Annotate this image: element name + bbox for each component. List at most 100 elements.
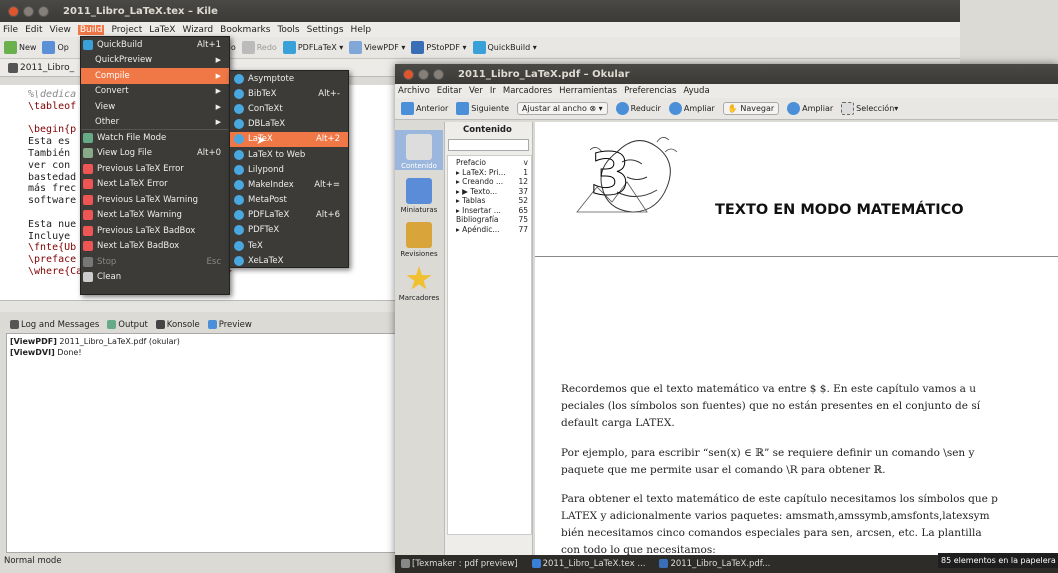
zoom-select[interactable]: Ajustar al ancho ⊗ ▾	[517, 102, 608, 115]
minimize-icon[interactable]	[23, 5, 34, 17]
sidebar-contenido[interactable]: Contenido	[395, 130, 443, 170]
build-menu-item-quickbuild[interactable]: QuickBuild Alt+1	[81, 37, 229, 53]
compile-item-makeindex[interactable]: MakeIndex Alt+=	[230, 177, 348, 192]
build-menu-item-next-latex-warning[interactable]: Next LaTeX Warning	[81, 208, 229, 224]
toc-item[interactable]: Prefacio v	[448, 158, 531, 168]
toc-item[interactable]: ▸ Tablas 52	[448, 196, 531, 206]
build-menu-item-other[interactable]: Other ▶	[81, 115, 229, 130]
okular-menu-herramientas[interactable]: Herramientas	[559, 86, 617, 96]
menu-file[interactable]: File	[3, 25, 18, 35]
menu-project[interactable]: Project	[111, 25, 142, 35]
toc-item[interactable]: ▸ Apéndic... 77	[448, 225, 531, 235]
build-menu-item-previous-latex-badbox[interactable]: Previous LaTeX BadBox	[81, 223, 229, 239]
log-tabs: Log and Messages Output Konsole Preview	[0, 318, 400, 332]
build-menu-item-view-log-file[interactable]: View Log File Alt+0	[81, 146, 229, 162]
compile-item-asymptote[interactable]: Asymptote	[230, 71, 348, 86]
compile-item-bibtex[interactable]: BibTeX Alt+-	[230, 86, 348, 101]
build-menu-item-clean[interactable]: Clean	[81, 270, 229, 286]
browse-tool-button[interactable]: ✋ Navegar	[722, 102, 780, 115]
log-and-messages-icon	[10, 320, 19, 329]
sidebar-marcadores[interactable]: Marcadores	[395, 266, 443, 302]
pdflatex-icon	[234, 210, 244, 221]
toc-item[interactable]: Bibliografía 75	[448, 215, 531, 225]
compile-item-lilypond[interactable]: Lilypond	[230, 162, 348, 177]
log-tab-konsole[interactable]: Konsole	[155, 320, 200, 330]
close-icon[interactable]	[403, 68, 414, 80]
selection-tool-button[interactable]: Selección▾	[841, 102, 898, 115]
log-tab-log-and-messages[interactable]: Log and Messages	[10, 320, 99, 330]
compile-item-metapost[interactable]: MetaPost	[230, 193, 348, 208]
menu-edit[interactable]: Edit	[25, 25, 42, 35]
maximize-icon[interactable]	[38, 5, 49, 17]
pstopdf-button[interactable]: PStoPDF ▾	[411, 41, 467, 54]
okular-menu-preferencias[interactable]: Preferencias	[624, 86, 676, 96]
compile-item-dblatex[interactable]: DBLaTeX	[230, 117, 348, 132]
okular-menu-marcadores[interactable]: Marcadores	[503, 86, 552, 96]
okular-menu-ayuda[interactable]: Ayuda	[683, 86, 709, 96]
new-button[interactable]: New	[4, 41, 36, 54]
viewpdf-button[interactable]: ViewPDF ▾	[349, 41, 405, 54]
open-button[interactable]: Op	[42, 41, 69, 54]
prev-page-button[interactable]: Anterior	[401, 102, 448, 115]
reviews-icon	[406, 222, 432, 248]
taskbar-item-1[interactable]: [Texmaker : pdf preview]	[401, 559, 518, 569]
toc-item[interactable]: ▸ Creando ... 12	[448, 177, 531, 187]
menu-settings[interactable]: Settings	[307, 25, 344, 35]
compile-item-context[interactable]: ConTeXt	[230, 101, 348, 116]
next-page-button[interactable]: Siguiente	[456, 102, 509, 115]
log-tab-output[interactable]: Output	[107, 320, 148, 330]
build-menu-item-previous-latex-warning[interactable]: Previous LaTeX Warning	[81, 192, 229, 208]
menu-build[interactable]: Build	[77, 24, 105, 35]
build-menu-item-stop[interactable]: Stop Esc	[81, 254, 229, 270]
sidebar-revisiones[interactable]: Revisiones	[395, 222, 443, 258]
okular-menu-ver[interactable]: Ver	[469, 86, 483, 96]
kile-titlebar[interactable]: 2011_Libro_LaTeX.tex – Kile	[0, 0, 960, 22]
toc-item[interactable]: ▸ ▶ Texto... 37	[448, 187, 531, 197]
compile-item-tex[interactable]: TeX	[230, 238, 348, 253]
submenu-arrow-icon: ▶	[215, 102, 221, 111]
latex-to-web-icon	[234, 149, 244, 160]
toc-search-input[interactable]	[448, 139, 529, 151]
log-tab-preview[interactable]: Preview	[207, 320, 252, 330]
redo-button[interactable]: Redo	[241, 41, 277, 54]
build-menu-item-convert[interactable]: Convert ▶	[81, 84, 229, 100]
okular-menu-editar[interactable]: Editar	[437, 86, 462, 96]
pdflatex-button[interactable]: PDFLaTeX ▾	[282, 41, 343, 54]
compile-item-latex[interactable]: LaTeX Alt+2	[230, 131, 348, 147]
sidebar-miniaturas[interactable]: Miniaturas	[395, 178, 443, 214]
build-menu-item-compile[interactable]: Compile ▶	[81, 68, 229, 84]
menu-bookmarks[interactable]: Bookmarks	[220, 25, 270, 35]
editor-hscrollbar[interactable]	[0, 300, 400, 312]
okular-menu-ir[interactable]: Ir	[490, 86, 496, 96]
taskbar-item-3[interactable]: 2011_Libro_LaTeX.pdf...	[659, 559, 770, 569]
build-menu-item-previous-latex-error[interactable]: Previous LaTeX Error	[81, 161, 229, 177]
build-menu-item-view[interactable]: View ▶	[81, 99, 229, 115]
menu-help[interactable]: Help	[351, 25, 372, 35]
menu-tools[interactable]: Tools	[277, 25, 299, 35]
build-menu-item-next-latex-error[interactable]: Next LaTeX Error	[81, 177, 229, 193]
menu-wizard[interactable]: Wizard	[182, 25, 213, 35]
zoom-out-button[interactable]: Reducir	[615, 102, 661, 115]
zoom-in-button[interactable]: Ampliar	[668, 102, 715, 115]
toc-item[interactable]: ▸ LaTeX: Pri... 1	[448, 168, 531, 178]
toc-item[interactable]: ▸ Insertar ... 65	[448, 206, 531, 216]
compile-item-pdftex[interactable]: PDFTeX	[230, 223, 348, 238]
taskbar-item-2[interactable]: 2011_Libro_LaTeX.tex ...	[531, 559, 645, 569]
build-menu-item-quickpreview[interactable]: QuickPreview ▶	[81, 53, 229, 69]
maximize-icon[interactable]	[433, 68, 444, 80]
compile-item-pdflatex[interactable]: PDFLaTeX Alt+6	[230, 208, 348, 223]
pdf-page[interactable]: 3 TEXTO EN MODO MATEMÁTICO Recordemos qu…	[535, 122, 1058, 562]
compile-item-xelatex[interactable]: XeLaTeX	[230, 253, 348, 268]
okular-menu-archivo[interactable]: Archivo	[398, 86, 430, 96]
okular-titlebar[interactable]: 2011_Libro_LaTeX.pdf – Okular	[395, 64, 1058, 84]
menu-latex[interactable]: LaTeX	[149, 25, 175, 35]
build-menu-item-next-latex-badbox[interactable]: Next LaTeX BadBox	[81, 239, 229, 255]
quickbuild-button[interactable]: QuickBuild ▾	[472, 41, 537, 54]
close-icon[interactable]	[8, 5, 19, 17]
log-area[interactable]: [ViewPDF] 2011_Libro_LaTeX.pdf (okular) […	[6, 333, 398, 553]
compile-item-latex-to-web[interactable]: LaTeX to Web	[230, 147, 348, 162]
zoom-tool-button[interactable]: Ampliar	[787, 102, 833, 115]
menu-view[interactable]: View	[50, 25, 71, 35]
minimize-icon[interactable]	[418, 68, 429, 80]
build-menu-item-watch-file-mode[interactable]: Watch File Mode	[81, 130, 229, 146]
